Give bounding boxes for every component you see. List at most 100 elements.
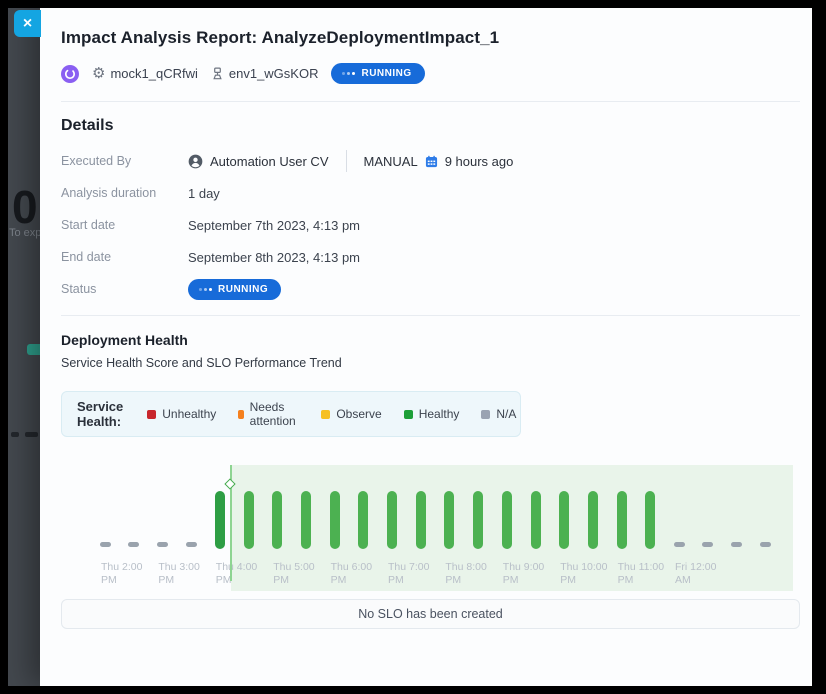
detail-value: September 8th 2023, 4:13 pm [188,250,360,265]
detail-row-start-date: Start date September 7th 2023, 4:13 pm [61,209,800,241]
x-axis-tick-label: Thu 3:00PM [158,561,199,587]
background-chip [27,344,40,355]
detail-label: Analysis duration [61,186,188,200]
status-badge-label: RUNNING [218,284,268,295]
report-avatar-icon [61,65,79,83]
na-dash[interactable] [760,542,771,547]
trigger-type: MANUAL [364,154,418,169]
executed-time: 9 hours ago [445,154,514,169]
na-dash[interactable] [702,542,713,547]
health-bar[interactable] [387,491,397,549]
health-bar[interactable] [588,491,598,549]
health-bar[interactable] [444,491,454,549]
deployment-health-subtitle: Service Health Score and SLO Performance… [61,356,800,370]
x-axis-tick-label: Thu 10:00PM [560,561,607,587]
x-axis-tick-label: Thu 6:00PM [331,561,372,587]
health-bar[interactable] [645,491,655,549]
background-text-snippet: To expa [9,227,40,239]
detail-label: Start date [61,218,188,232]
close-button[interactable]: × [14,10,41,37]
detail-label: Status [61,282,188,296]
legend-item: N/A [481,407,516,421]
legend-swatch-icon [481,410,490,419]
service-health-legend: Service Health: Unhealthy Needs attention… [61,391,521,437]
detail-row-end-date: End date September 8th 2023, 4:13 pm [61,241,800,273]
environment-icon [211,67,224,80]
detail-value: Automation User CV MANUAL 9 hours ago [188,150,513,172]
x-axis-tick-label: Thu 8:00PM [445,561,486,587]
detail-label: End date [61,250,188,264]
health-bar[interactable] [559,491,569,549]
health-bar[interactable] [330,491,340,549]
x-axis-tick-label: Thu 5:00PM [273,561,314,587]
detail-label: Executed By [61,154,188,168]
header-divider [61,101,800,102]
vertical-divider [346,150,347,172]
health-bar[interactable] [502,491,512,549]
executed-by-user: Automation User CV [210,154,329,169]
legend-item: Observe [321,407,381,421]
deployment-health-heading: Deployment Health [61,332,800,348]
na-dash[interactable] [157,542,168,547]
no-slo-message-box: No SLO has been created [61,599,800,629]
legend-label: Needs attention [250,400,300,428]
x-axis-tick-label: Fri 12:00AM [675,561,716,587]
legend-title: Service Health: [77,399,123,429]
na-dash[interactable] [100,542,111,547]
legend-label: N/A [496,407,516,421]
health-bar[interactable] [244,491,254,549]
legend-swatch-icon [321,410,330,419]
health-bar[interactable] [531,491,541,549]
legend-swatch-icon [147,410,156,419]
service-name: mock1_qCRfwi [110,66,197,81]
legend-swatch-icon [404,410,413,419]
x-axis-tick-label: Thu 9:00PM [503,561,544,587]
detail-row-executed-by: Executed By Automation User CV MANUAL [61,145,800,177]
legend-label: Unhealthy [162,407,216,421]
legend-label: Observe [336,407,381,421]
legend-item: Needs attention [238,400,299,428]
health-bar[interactable] [358,491,368,549]
detail-row-duration: Analysis duration 1 day [61,177,800,209]
legend-swatch-icon [238,410,243,419]
gear-icon: ⚙ [92,66,105,81]
no-slo-text: No SLO has been created [358,607,503,621]
detail-value: September 7th 2023, 4:13 pm [188,218,360,233]
health-bar[interactable] [416,491,426,549]
x-axis-tick-label: Thu 4:00PM [216,561,257,587]
health-bar[interactable] [301,491,311,549]
calendar-icon [425,155,438,168]
health-chart-plot[interactable]: Thu 2:00PM Thu 3:00PM Thu 4:00PM Thu 5:00PM… [61,449,800,591]
environment-chip[interactable]: env1_wGsKOR [211,66,319,81]
impact-analysis-drawer: × Impact Analysis Report: AnalyzeDeploym… [40,8,812,686]
report-meta-row: ⚙ mock1_qCRfwi env1_wGsKOR RUNNING [61,63,800,84]
status-badge: RUNNING [331,63,424,84]
environment-name: env1_wGsKOR [229,66,319,81]
health-bar[interactable] [272,491,282,549]
na-dash[interactable] [731,542,742,547]
x-axis-tick-label: Thu 7:00PM [388,561,429,587]
detail-value: 1 day [188,186,220,201]
background-dash [11,432,19,437]
x-axis-tick-label: Thu 11:00PM [618,561,665,587]
detail-value: RUNNING [188,279,281,300]
status-badge: RUNNING [188,279,281,300]
legend-items: Unhealthy Needs attention Observe Healthy N/… [147,400,516,428]
section-divider [61,315,800,316]
detail-row-status: Status RUNNING [61,273,800,305]
na-dash[interactable] [186,542,197,547]
background-metric-value: 0 [12,180,37,234]
background-page: 0 To expa [8,8,40,686]
health-bar[interactable] [473,491,483,549]
health-bar[interactable] [215,491,225,549]
close-icon: × [23,16,32,32]
running-dots-icon [199,288,212,291]
x-axis-tick-label: Thu 2:00PM [101,561,142,587]
na-dash[interactable] [128,542,139,547]
details-heading: Details [61,117,800,135]
na-dash[interactable] [674,542,685,547]
health-bar[interactable] [617,491,627,549]
background-dash [25,432,38,437]
service-chip[interactable]: ⚙ mock1_qCRfwi [92,66,198,81]
legend-item: Healthy [404,407,460,421]
